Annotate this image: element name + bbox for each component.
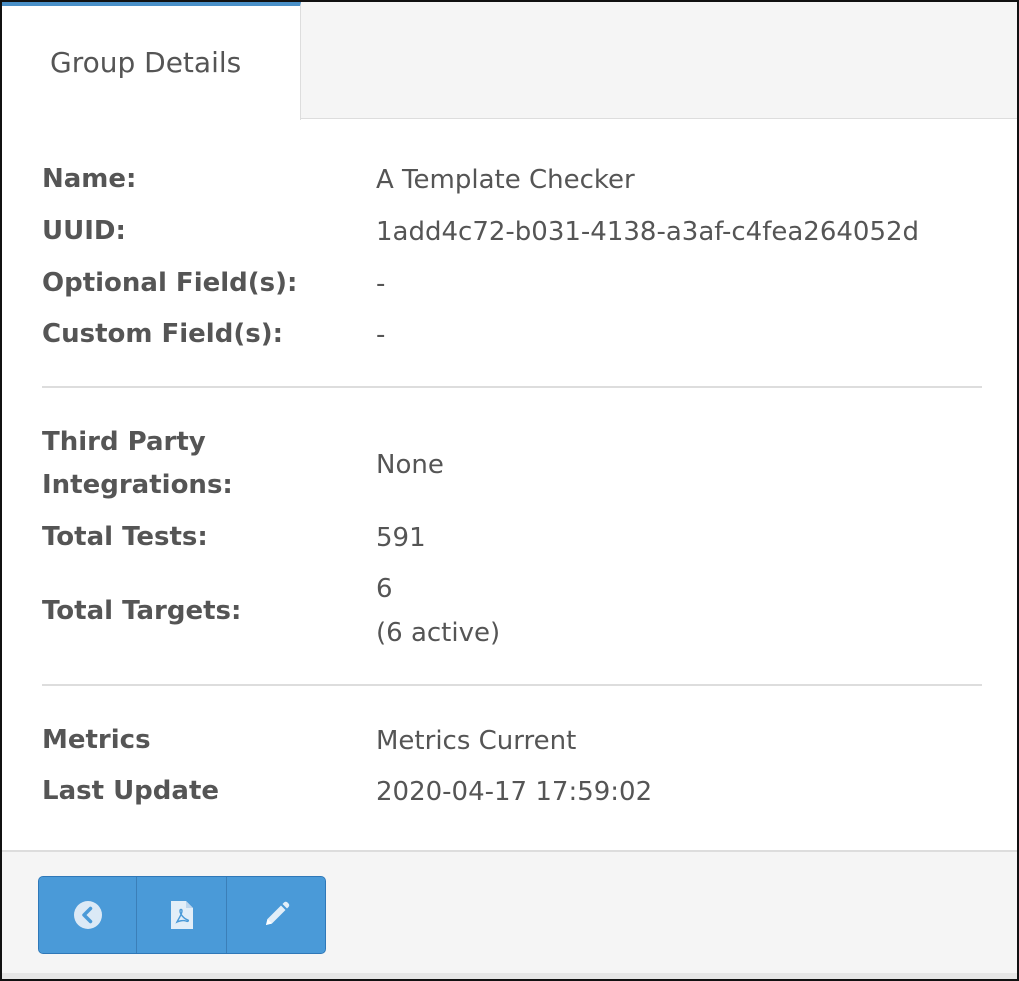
panel-footer bbox=[2, 850, 1017, 979]
group-details-panel: Group Details Name: A Template Checker U… bbox=[0, 0, 1019, 981]
section-divider bbox=[42, 684, 982, 686]
metrics-value: Metrics Current bbox=[376, 726, 577, 756]
action-button-group bbox=[38, 876, 326, 954]
total-targets-label: Total Targets: bbox=[42, 596, 242, 626]
last-update-value: 2020-04-17 17:59:02 bbox=[376, 777, 653, 807]
tab-label: Group Details bbox=[50, 46, 242, 79]
optional-fields-value: - bbox=[376, 269, 386, 299]
tab-strip: Group Details bbox=[2, 2, 1017, 120]
section-divider bbox=[42, 386, 982, 388]
chevron-left-circle-icon bbox=[73, 900, 103, 930]
total-targets-value: 6 bbox=[376, 574, 393, 604]
export-pdf-button[interactable] bbox=[136, 877, 226, 953]
pdf-file-icon bbox=[170, 900, 194, 930]
tab-group-details[interactable]: Group Details bbox=[2, 2, 301, 120]
total-tests-value: 591 bbox=[376, 523, 426, 553]
third-party-label-line1: Third Party bbox=[42, 427, 206, 457]
pencil-icon bbox=[261, 900, 291, 930]
uuid-label: UUID: bbox=[42, 216, 126, 246]
footer-bottom-strip bbox=[2, 973, 1017, 979]
back-button[interactable] bbox=[39, 877, 136, 953]
name-label: Name: bbox=[42, 164, 137, 194]
last-update-label: Last Update bbox=[42, 776, 220, 806]
third-party-label-line2: Integrations: bbox=[42, 470, 233, 500]
name-value: A Template Checker bbox=[376, 165, 635, 195]
custom-fields-label: Custom Field(s): bbox=[42, 319, 283, 349]
total-tests-label: Total Tests: bbox=[42, 522, 208, 552]
metrics-label: Metrics bbox=[42, 725, 151, 755]
optional-fields-label: Optional Field(s): bbox=[42, 268, 298, 298]
custom-fields-value: - bbox=[376, 320, 386, 350]
edit-button[interactable] bbox=[226, 877, 325, 953]
total-targets-active: (6 active) bbox=[376, 618, 501, 648]
uuid-value: 1add4c72-b031-4138-a3af-c4fea264052d bbox=[376, 217, 920, 247]
third-party-value: None bbox=[376, 450, 444, 480]
